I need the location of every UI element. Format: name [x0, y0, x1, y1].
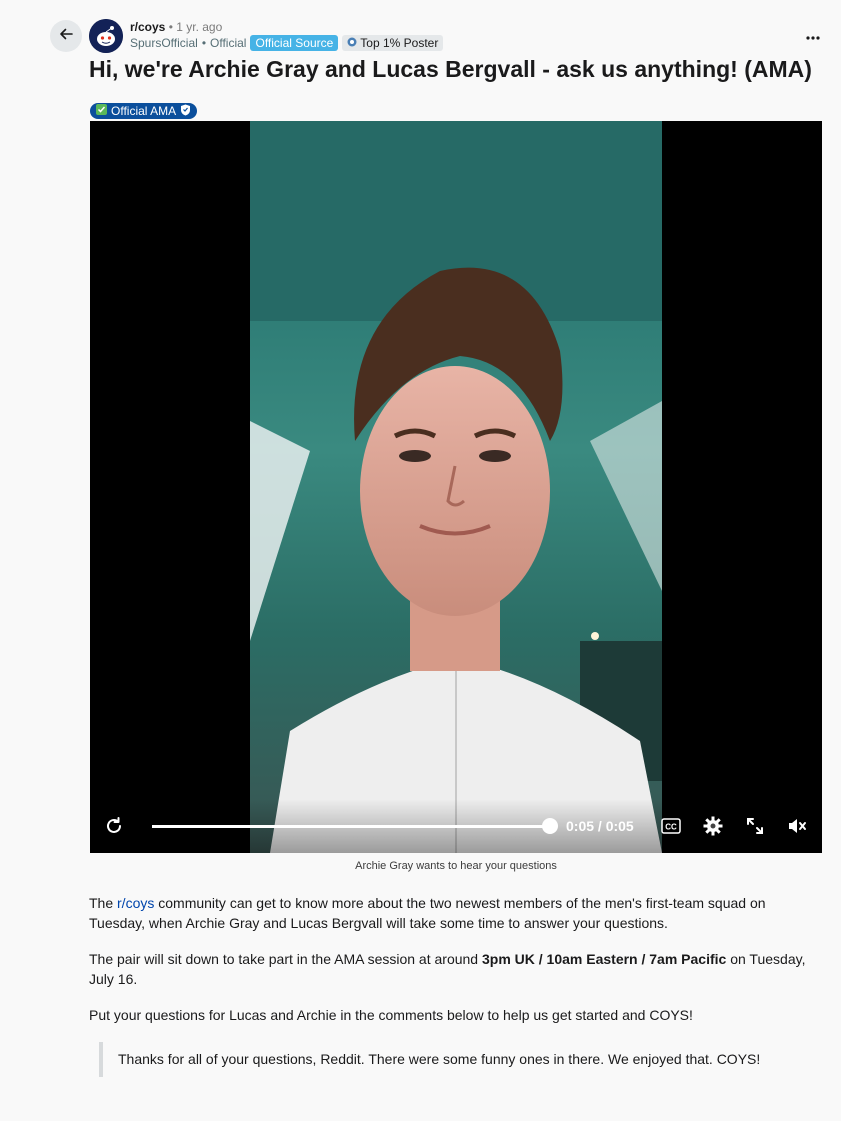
- author-line: SpursOfficial • Official Official Source…: [130, 35, 444, 51]
- body-paragraph-1: The r/coys community can get to know mor…: [89, 893, 821, 933]
- meta-separator: •: [168, 20, 173, 34]
- checkmark-icon: [96, 104, 107, 118]
- official-source-flair: Official Source: [250, 35, 339, 51]
- blockquote: Thanks for all of your questions, Reddit…: [99, 1042, 760, 1077]
- replay-icon[interactable]: [103, 815, 125, 837]
- subreddit-avatar[interactable]: [89, 19, 123, 53]
- gear-icon[interactable]: [702, 815, 724, 837]
- post-title: Hi, we're Archie Gray and Lucas Bergvall…: [89, 56, 812, 82]
- back-button[interactable]: [50, 20, 82, 52]
- video-frame-image: [250, 121, 662, 853]
- more-horizontal-icon: [806, 27, 820, 45]
- post-time: 1 yr. ago: [176, 20, 223, 34]
- video-caption: Archie Gray wants to hear your questions: [355, 860, 557, 872]
- top-poster-flair: Top 1% Poster: [342, 35, 444, 51]
- p1-text-pre: The: [89, 895, 118, 911]
- volume-muted-icon[interactable]: [786, 815, 808, 837]
- video-controls: 0:05 / 0:05 CC: [90, 799, 822, 853]
- body-paragraph-2: The pair will sit down to take part in t…: [89, 949, 821, 989]
- p1-text-post: community can get to know more about the…: [89, 895, 766, 931]
- progress-knob[interactable]: [542, 818, 558, 834]
- author-link[interactable]: SpursOfficial: [130, 36, 198, 50]
- fullscreen-icon[interactable]: [744, 815, 766, 837]
- progress-bar[interactable]: [152, 818, 558, 834]
- closed-captions-icon[interactable]: CC: [660, 815, 682, 837]
- video-player[interactable]: 0:05 / 0:05 CC: [90, 121, 822, 853]
- shield-icon: [180, 104, 191, 119]
- ama-flair-label: Official AMA: [111, 104, 177, 118]
- top-poster-label: Top 1% Poster: [360, 36, 439, 50]
- post-meta: r/coys • 1 yr. ago: [130, 20, 222, 34]
- author-separator: •: [201, 36, 207, 50]
- ama-flair[interactable]: Official AMA: [90, 103, 198, 119]
- subreddit-link[interactable]: r/coys: [130, 20, 165, 34]
- subreddit-inline-link[interactable]: r/coys: [117, 895, 154, 911]
- progress-fill: [152, 825, 550, 828]
- body-paragraph-3: Put your questions for Lucas and Archie …: [89, 1007, 693, 1023]
- cc-label: CC: [665, 823, 677, 832]
- cockerel-icon: [347, 36, 357, 50]
- arrow-left-icon: [58, 26, 74, 47]
- time-display: 0:05 / 0:05: [566, 818, 634, 834]
- more-options-button[interactable]: [800, 24, 826, 48]
- author-label: Official: [210, 36, 247, 50]
- p2-text-pre: The pair will sit down to take part in t…: [89, 951, 482, 967]
- p2-time-bold: 3pm UK / 10am Eastern / 7am Pacific: [481, 951, 727, 967]
